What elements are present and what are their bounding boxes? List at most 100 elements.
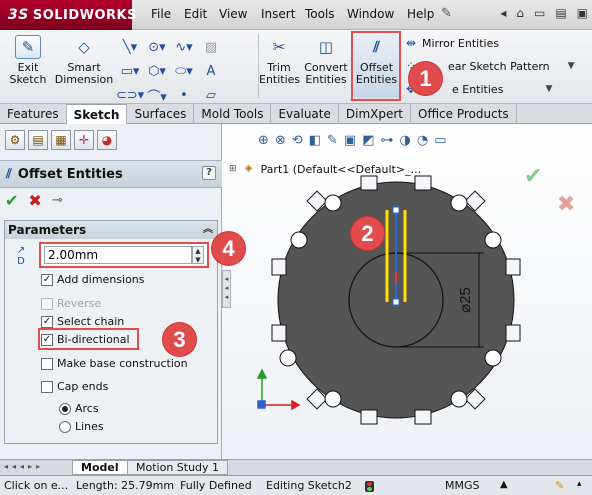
option-select-chain[interactable]: ✓ Select chain [41,315,124,328]
property-manager-icon[interactable]: ▤ [28,130,48,150]
callout-badge-4: 4 [212,232,245,265]
offset-distance-input[interactable] [44,246,192,264]
notch [360,409,378,425]
select-chain-checkbox[interactable]: ✓ [41,315,53,328]
line-tool-icon[interactable]: ╲▾ [118,36,142,59]
mirror-icon: ⇹ [405,36,417,50]
ellipse-tool-icon[interactable]: ⬭▾ [172,60,196,83]
ok-button[interactable]: ✔ [5,191,18,210]
option-add-dimensions[interactable]: ✓ Add dimensions [41,273,145,286]
make-base-construction-label: Make base construction [57,357,188,370]
tab-scroll-arrows[interactable]: ◂◂◂▸▸ [4,462,44,471]
bolt-hole[interactable] [484,231,502,249]
parameters-title: Parameters [8,223,87,237]
menu-edit[interactable]: Edit [184,7,207,21]
trim-entities-button[interactable]: ✂ Trim Entities [259,35,301,86]
configuration-manager-icon[interactable]: ▦ [51,130,71,150]
save-icon[interactable]: ▣ [577,6,588,20]
units-dropdown-icon[interactable]: ▲ [500,479,508,490]
bolt-hole[interactable] [324,390,342,408]
cap-ends-label: Cap ends [57,380,109,393]
menu-view[interactable]: View [219,7,247,21]
tab-mold-tools[interactable]: Mold Tools [194,104,272,124]
polygon-tool-icon[interactable]: ⬡▾ [145,60,169,83]
menu-window[interactable]: Window [347,7,394,21]
bolt-hole[interactable] [450,194,468,212]
tab-dimxpert[interactable]: DimXpert [339,104,411,124]
tab-motion-study[interactable]: Motion Study 1 [127,460,229,475]
dimension-label[interactable]: ⌀25 [457,287,474,313]
tab-office-products[interactable]: Office Products [411,104,517,124]
status-editing: Editing Sketch2 [266,479,352,492]
sketch-status-light-icon [365,481,374,492]
chevron-down-icon[interactable]: ▼ [568,61,575,71]
bi-directional-highlight [38,328,139,350]
option-cap-ends[interactable]: Cap ends [41,380,108,393]
help-button[interactable]: ? [202,166,216,180]
tab-sketch[interactable]: Sketch [66,104,128,124]
radio-arcs[interactable]: Arcs [59,402,99,415]
cap-ends-checkbox[interactable] [41,380,53,393]
endpoint-handle[interactable] [392,298,400,306]
display-manager-icon[interactable]: ◕ [97,130,117,150]
tab-model[interactable]: Model [72,460,128,475]
open-icon[interactable]: ▤ [555,6,566,20]
back-icon[interactable]: ◂ [500,6,506,20]
tab-evaluate[interactable]: Evaluate [271,104,339,124]
bolt-hole[interactable] [450,390,468,408]
pushpin-icon[interactable]: ⊸ [52,193,63,208]
offset-entities-highlight [351,31,401,101]
menu-file[interactable]: File [151,7,171,21]
status-length: Length: 25.79mm [76,479,175,492]
add-dimensions-checkbox[interactable]: ✓ [41,273,53,286]
distance-spinner[interactable]: ▲ ▼ [192,246,204,264]
lines-radio[interactable] [59,420,71,433]
trim-entities-label: Trim Entities [259,61,301,86]
notch [505,258,521,276]
radio-lines[interactable]: Lines [59,420,104,433]
panel-tab-icons: ⚙ ▤ ▦ ✛ ◕ [0,124,222,156]
arcs-label: Arcs [75,402,99,415]
notch [271,258,287,276]
home-icon[interactable]: ⌂ [516,6,524,20]
smart-dimension-button[interactable]: ◇ Smart Dimension [53,35,115,86]
bolt-hole[interactable] [484,349,502,367]
bolt-hole[interactable] [279,349,297,367]
cancel-button[interactable]: ✖ [28,191,41,210]
pin-menu-icon[interactable]: ✎ [441,6,452,21]
mirror-entities-button[interactable]: ⇹ Mirror Entities [404,36,499,50]
tab-features[interactable]: Features [0,104,67,124]
bolt-hole[interactable] [290,231,308,249]
reverse-checkbox [41,297,53,310]
endpoint-handle[interactable] [392,206,400,214]
smart-dimension-icon: ◇ [78,38,90,56]
chevron-down-icon[interactable]: ▼ [545,84,552,94]
text-tool-icon[interactable]: A [199,60,223,83]
customize-icon[interactable]: ▴ [577,479,582,489]
menu-help[interactable]: Help [407,7,434,21]
callout-badge-3: 3 [163,323,196,356]
make-base-construction-checkbox[interactable] [41,357,53,370]
sketch-picture-icon[interactable]: ▨ [199,36,223,59]
arcs-radio[interactable] [59,402,71,415]
rebuild-icon[interactable]: ✎ [555,479,564,492]
feature-tree-icon[interactable]: ⚙ [5,130,25,150]
dimxpert-manager-icon[interactable]: ✛ [74,130,94,150]
menu-insert[interactable]: Insert [261,7,295,21]
status-units[interactable]: MMGS [445,479,480,492]
parameters-header[interactable]: Parameters ︽ [5,221,217,239]
convert-entities-button[interactable]: ◫ Convert Entities [303,35,349,86]
tab-surfaces[interactable]: Surfaces [127,104,195,124]
bolt-hole[interactable] [324,194,342,212]
solidworks-logo[interactable]: 3S SOLIDWORKS [0,0,136,30]
move-entities-label: e Entities [452,82,504,96]
collapse-icon[interactable]: ︽ [203,221,213,239]
exit-sketch-button[interactable]: ✎ Exit Sketch [6,35,50,86]
file-icon[interactable]: ▭ [534,6,545,20]
rectangle-tool-icon[interactable]: ▭▾ [118,60,142,83]
circle-tool-icon[interactable]: ⊙▾ [145,36,169,59]
menu-tools[interactable]: Tools [305,7,335,21]
option-make-base-construction[interactable]: Make base construction [41,357,188,370]
spline-tool-icon[interactable]: ∿▾ [172,36,196,59]
exit-sketch-label: Exit Sketch [9,61,47,86]
